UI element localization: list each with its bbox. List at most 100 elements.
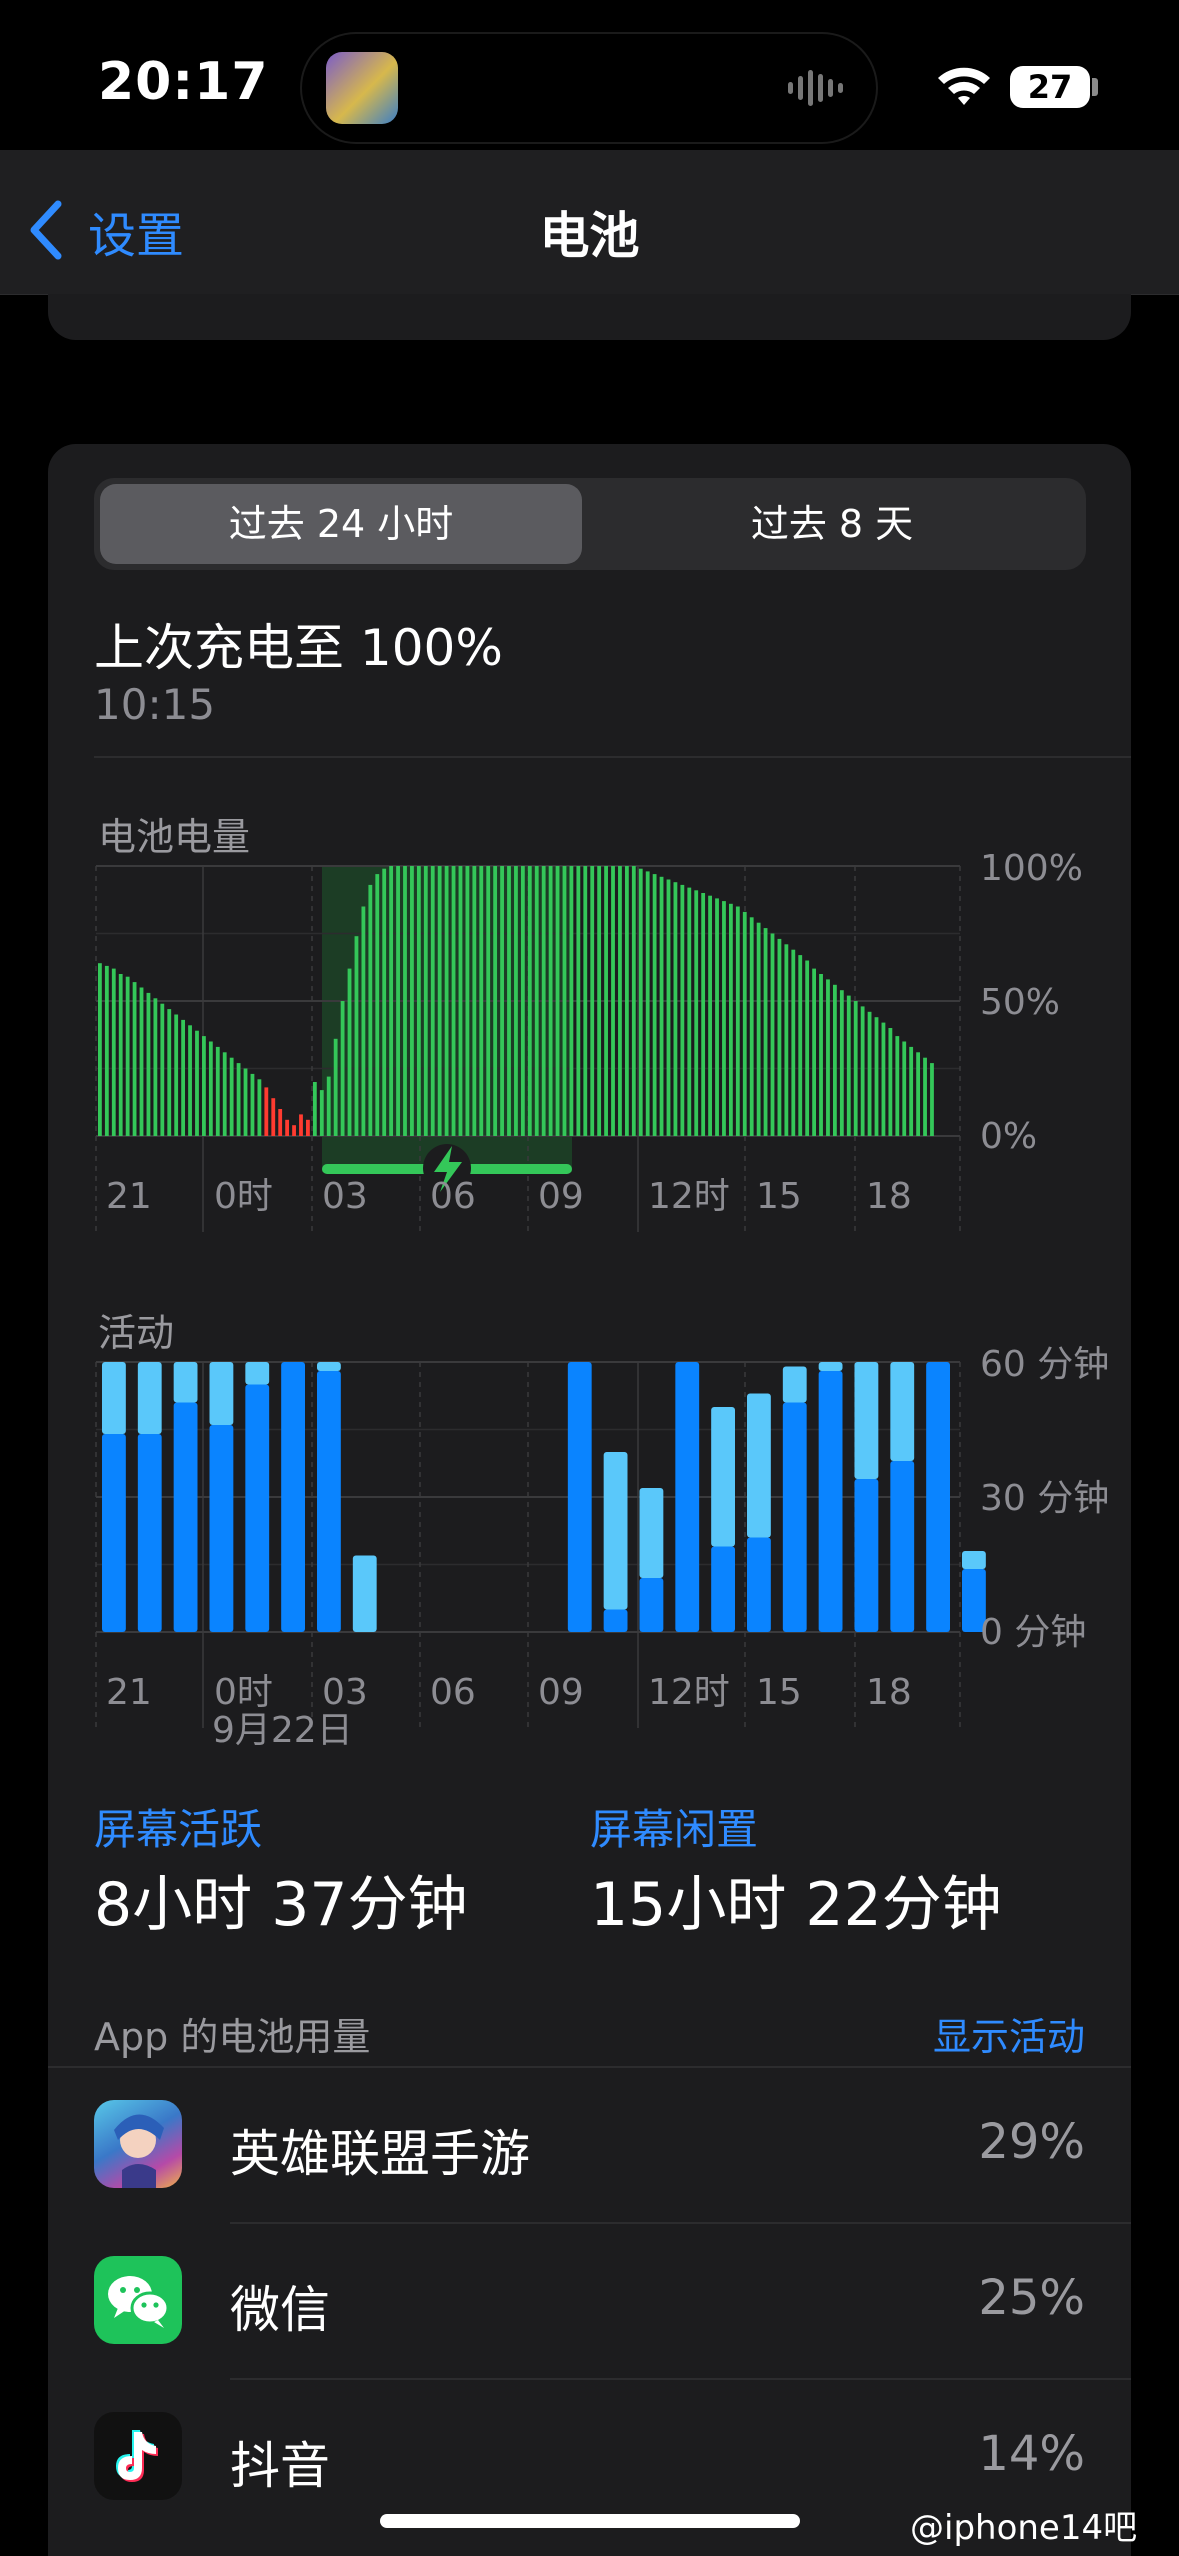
battery-bar <box>819 974 823 1136</box>
x-tick-label: 09 <box>538 1672 584 1713</box>
battery-level-chart[interactable]: 100% 50% 0% 21 0时 03 06 09 12时 15 18 <box>0 850 1179 1270</box>
battery-bar <box>437 866 442 1136</box>
battery-bar <box>312 1082 317 1136</box>
idle-bar <box>102 1362 126 1434</box>
battery-bar <box>202 1036 206 1136</box>
battery-bar <box>805 960 810 1136</box>
lol-game-icon <box>94 2100 182 2188</box>
battery-bar <box>333 1038 338 1136</box>
x-tick-label: 09 <box>538 1176 584 1217</box>
idle-bar <box>317 1362 341 1371</box>
battery-bar <box>347 968 352 1136</box>
battery-bar <box>375 874 380 1136</box>
battery-bar <box>278 1109 283 1136</box>
idle-bar <box>782 1366 807 1403</box>
battery-bar <box>645 871 650 1136</box>
app-row-wechat[interactable]: 微信 25% <box>48 2224 1131 2380</box>
idle-bar <box>209 1362 234 1425</box>
battery-bar <box>354 936 359 1136</box>
app-row-lol[interactable]: 英雄联盟手游 29% <box>48 2068 1131 2224</box>
app-name: 微信 <box>230 2281 330 2339</box>
battery-bar <box>118 974 123 1136</box>
battery-bar <box>403 866 407 1136</box>
active-bar <box>782 1402 807 1632</box>
y-tick-30min: 30 分钟 <box>980 1478 1109 1519</box>
x-tick-label: 21 <box>106 1176 152 1217</box>
battery-bar <box>874 1017 879 1136</box>
battery-bar <box>368 884 373 1136</box>
battery-bar <box>257 1079 262 1136</box>
active-bar <box>102 1434 126 1632</box>
battery-bar <box>410 866 414 1136</box>
active-bar <box>137 1434 162 1632</box>
battery-bar <box>701 893 706 1136</box>
active-bar <box>173 1402 198 1632</box>
battery-bar <box>181 1019 186 1136</box>
battery-bar <box>319 1090 324 1136</box>
battery-bar <box>236 1063 241 1136</box>
active-bar <box>711 1546 735 1632</box>
idle-bar <box>962 1551 986 1569</box>
home-indicator[interactable] <box>380 2514 800 2528</box>
battery-bar <box>583 866 588 1136</box>
app-name: 英雄联盟手游 <box>230 2125 530 2183</box>
battery-bar <box>881 1022 886 1136</box>
live-activity-app-icon[interactable] <box>326 52 398 124</box>
battery-bar <box>930 1063 934 1136</box>
battery-bar <box>735 906 740 1136</box>
battery-bar <box>722 901 726 1136</box>
battery-bar <box>590 866 595 1136</box>
battery-bar <box>326 1076 331 1136</box>
activity-chart[interactable]: 60 分钟 30 分钟 0 分钟 21 0时 03 06 09 12时 15 18 9月22日 <box>0 1346 1179 1766</box>
x-tick-label: 18 <box>866 1672 912 1713</box>
battery-bar <box>264 1087 269 1136</box>
battery-bar <box>916 1052 921 1136</box>
battery-bar <box>569 866 574 1136</box>
audio-wave-icon <box>788 70 843 106</box>
x-tick-label: 0时 <box>214 1176 273 1217</box>
date-label: 9月22日 <box>212 1710 353 1751</box>
last-charged-time: 10:15 <box>94 680 216 729</box>
battery-bar <box>666 879 671 1136</box>
battery-bar <box>132 982 137 1136</box>
douyin-icon <box>94 2412 182 2500</box>
battery-bar <box>784 944 789 1136</box>
active-bar <box>281 1362 305 1632</box>
show-activity-button[interactable]: 显示活动 <box>925 2006 1085 2061</box>
screen-active-value: 8小时 37分钟 <box>94 1870 468 1940</box>
divider <box>94 756 1131 758</box>
battery-bar <box>111 968 116 1136</box>
active-bar <box>747 1537 771 1632</box>
battery-bar <box>597 866 602 1136</box>
app-percent: 14% <box>978 2426 1085 2482</box>
app-percent: 29% <box>978 2114 1085 2170</box>
battery-bar <box>104 965 109 1136</box>
battery-bar <box>888 1028 893 1136</box>
battery-bar <box>174 1014 179 1136</box>
battery-bar <box>694 890 699 1136</box>
x-tick-label: 03 <box>322 1672 368 1713</box>
battery-bar <box>742 911 747 1136</box>
idle-bar <box>603 1452 628 1610</box>
battery-bar <box>812 968 817 1136</box>
battery-bar <box>486 866 491 1136</box>
y-tick-0min: 0 分钟 <box>980 1612 1086 1653</box>
app-name: 抖音 <box>230 2437 330 2495</box>
battery-bar <box>708 895 712 1136</box>
battery-bar <box>292 1125 296 1136</box>
battery-bar <box>604 866 608 1136</box>
segment-last-24-hours[interactable]: 过去 24 小时 <box>100 484 582 564</box>
active-bar <box>209 1425 234 1632</box>
x-tick-label: 18 <box>866 1176 912 1217</box>
previous-section-card <box>48 294 1131 340</box>
x-tick-label: 15 <box>756 1176 802 1217</box>
active-bar <box>639 1578 664 1632</box>
idle-bar <box>711 1407 735 1547</box>
segment-last-8-days[interactable]: 过去 8 天 <box>582 484 1082 564</box>
status-time: 20:17 <box>98 52 269 112</box>
battery-bar <box>361 906 366 1136</box>
idle-bar <box>173 1362 198 1403</box>
battery-bar <box>208 1041 213 1136</box>
battery-bar <box>229 1057 234 1136</box>
watermark: @iphone14吧 <box>910 2508 1138 2548</box>
